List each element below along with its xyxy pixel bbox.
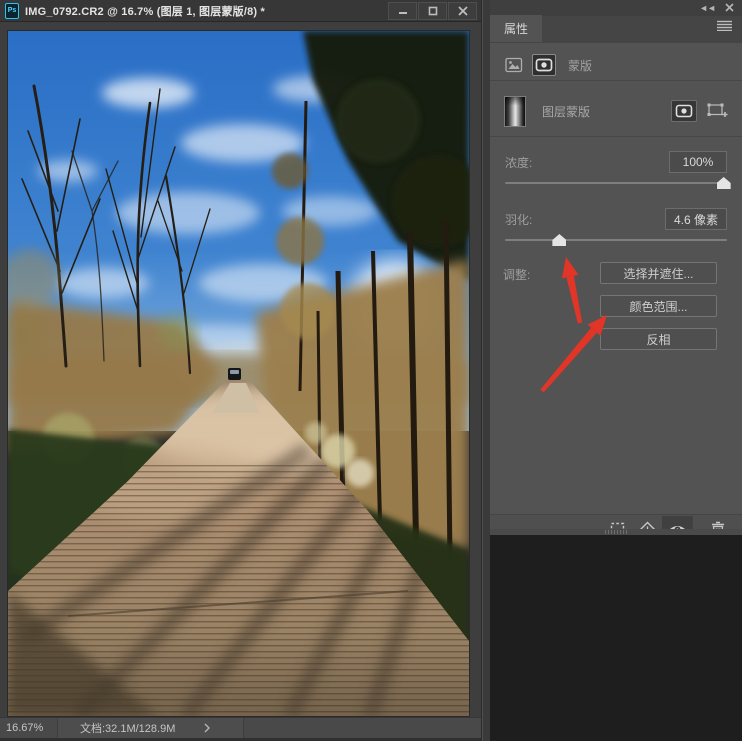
doc-size-text: 文档:32.1M/128.9M — [80, 723, 176, 735]
invert-button[interactable]: 反相 — [600, 328, 717, 350]
document-title: IMG_0792.CR2 @ 16.7% (图层 1, 图层蒙版/8) * — [25, 5, 266, 18]
document-window: Ps IMG_0792.CR2 @ 16.7% (图层 1, 图层蒙版/8) * — [0, 0, 482, 741]
window-controls — [387, 1, 481, 20]
canvas-area[interactable] — [0, 22, 481, 717]
adjust-buttons: 选择并遮住... 颜色范围... 反相 — [600, 262, 717, 361]
ps-file-icon: Ps — [5, 2, 19, 19]
color-range-button[interactable]: 颜色范围... — [600, 295, 717, 317]
document-titlebar[interactable]: Ps IMG_0792.CR2 @ 16.7% (图层 1, 图层蒙版/8) * — [0, 0, 481, 22]
panel-resize-grip[interactable] — [605, 530, 629, 534]
density-control: 浓度: 100% — [505, 151, 731, 190]
density-slider-track[interactable] — [505, 182, 727, 184]
properties-panel: ◄◄ 属性 蒙版 图层蒙版 浓度: 100% 羽化: 4.6 像素 调整: 选择… — [490, 0, 742, 741]
zoom-level-field[interactable]: 16.67% — [0, 718, 58, 738]
adjust-label: 调整: — [503, 268, 531, 282]
minimize-button[interactable] — [388, 1, 417, 20]
density-slider[interactable] — [505, 176, 731, 190]
minimize-icon — [398, 11, 407, 14]
select-layer-mask-icon[interactable] — [671, 100, 697, 122]
add-vector-mask-icon[interactable] — [706, 102, 728, 121]
mask-header-label: 蒙版 — [568, 58, 593, 73]
layer-mask-row: 图层蒙版 — [490, 87, 742, 135]
dock-gap — [482, 0, 490, 741]
feather-slider-thumb[interactable] — [552, 234, 567, 246]
feather-slider[interactable] — [505, 233, 727, 247]
density-slider-thumb[interactable] — [716, 177, 731, 189]
separator — [490, 136, 742, 137]
feather-label: 羽化: — [505, 212, 533, 227]
panel-content: 蒙版 图层蒙版 浓度: 100% 羽化: 4.6 像素 调整: 选择并遮住...… — [490, 43, 742, 543]
select-and-mask-button[interactable]: 选择并遮住... — [600, 262, 717, 284]
doc-size-field: 文档:32.1M/128.9M — [58, 718, 244, 738]
layer-mask-thumbnail[interactable] — [504, 95, 526, 127]
panel-header-strip: ◄◄ — [490, 0, 742, 16]
layer-mask-label: 图层蒙版 — [542, 104, 591, 119]
mask-type-row: 蒙版 — [490, 50, 742, 80]
forest-road-photo — [8, 31, 469, 716]
pixel-layer-icon[interactable] — [504, 56, 524, 74]
panel-close-icon[interactable] — [725, 0, 734, 17]
empty-dock-area — [490, 535, 742, 741]
photoshop-app: Ps IMG_0792.CR2 @ 16.7% (图层 1, 图层蒙版/8) * — [0, 0, 742, 741]
close-icon — [457, 5, 468, 16]
close-button[interactable] — [448, 1, 477, 20]
status-expand-icon[interactable] — [203, 723, 211, 733]
feather-slider-track[interactable] — [505, 239, 727, 241]
density-value-field[interactable]: 100% — [669, 151, 727, 173]
feather-value-field[interactable]: 4.6 像素 — [664, 208, 727, 230]
distant-car — [228, 368, 241, 380]
maximize-icon — [428, 6, 437, 15]
photo-canvas[interactable] — [8, 31, 469, 716]
collapse-panel-icon[interactable]: ◄◄ — [699, 3, 716, 13]
mask-mode-icon-selected[interactable] — [532, 54, 556, 76]
separator — [490, 80, 742, 81]
panel-menu-icon[interactable] — [717, 18, 732, 36]
tab-properties[interactable]: 属性 — [490, 15, 543, 42]
document-statusbar: 16.67% 文档:32.1M/128.9M — [0, 717, 481, 738]
density-label: 浓度: — [505, 155, 533, 170]
maximize-button[interactable] — [418, 1, 447, 20]
feather-control: 羽化: 4.6 像素 — [505, 208, 727, 247]
panel-tabbar: 属性 — [490, 15, 742, 43]
